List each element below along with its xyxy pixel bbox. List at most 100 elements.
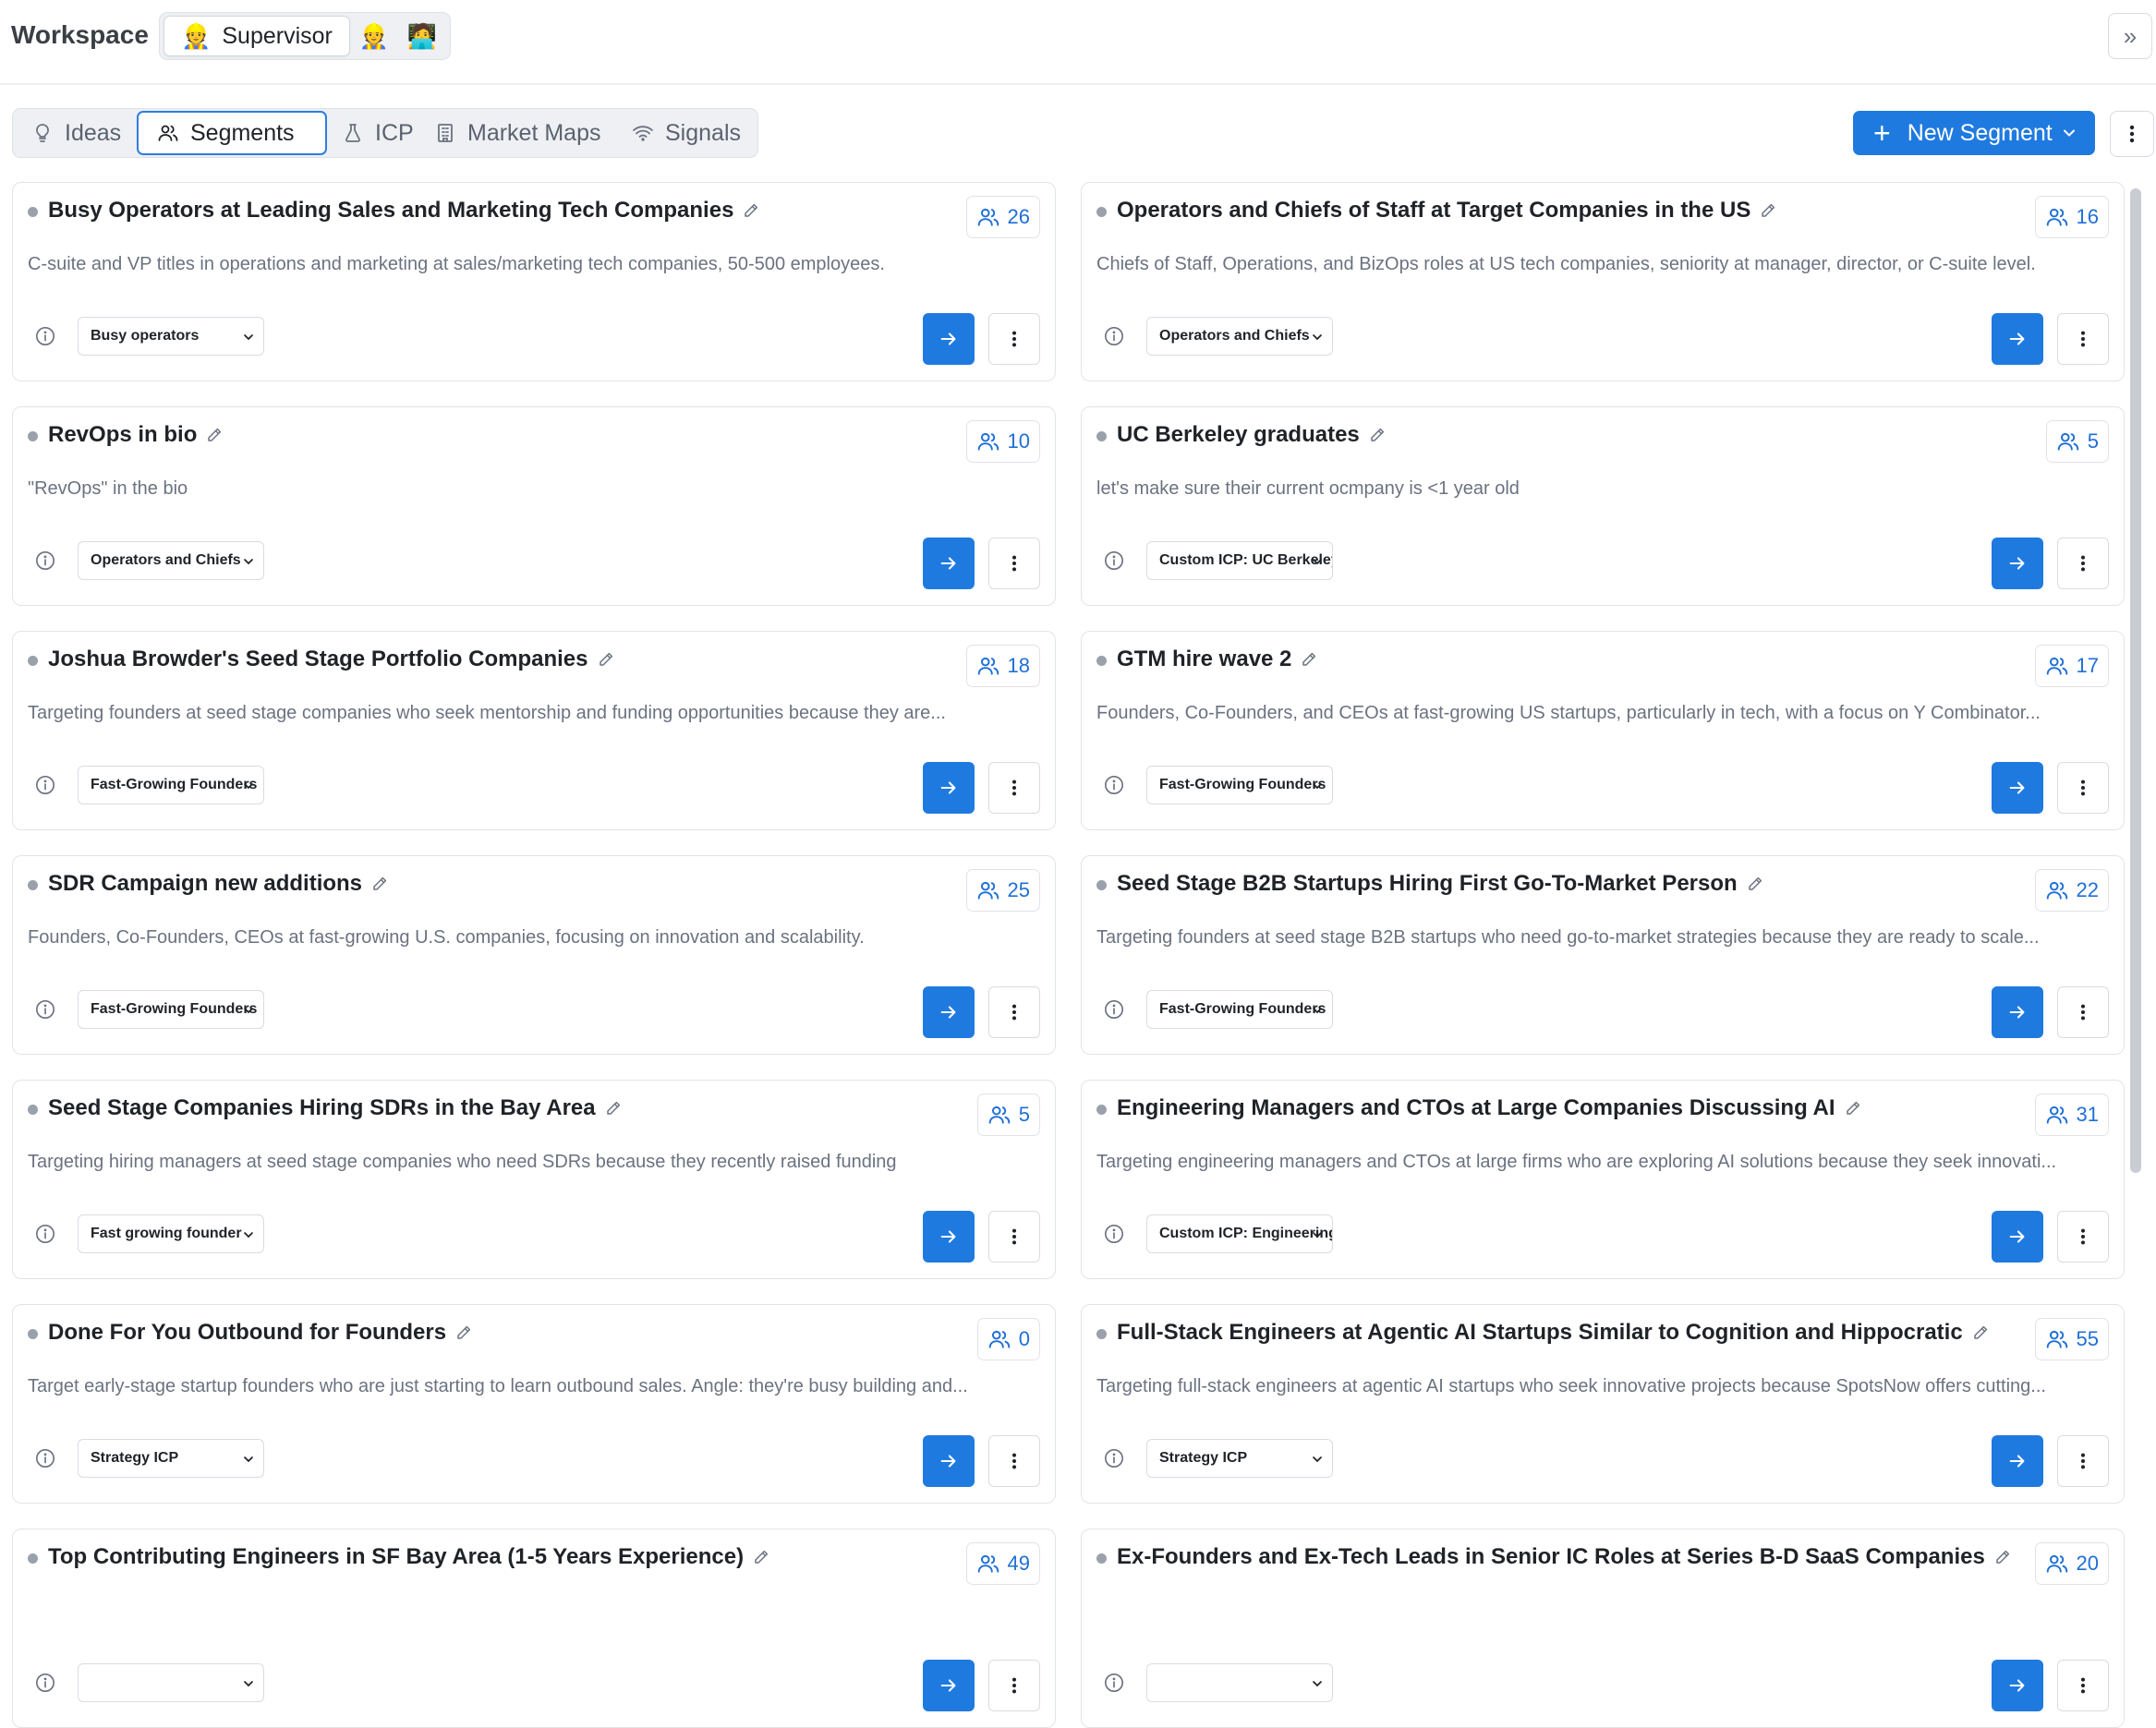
- new-segment-button[interactable]: + New Segment: [1853, 111, 2095, 155]
- edit-pencil-icon[interactable]: [753, 1546, 769, 1572]
- segment-card[interactable]: UC Berkeley graduates 5 let's make sure …: [1081, 406, 2125, 606]
- member-count-badge[interactable]: 49: [965, 1542, 1040, 1585]
- member-count-badge[interactable]: 5: [2045, 420, 2109, 463]
- open-segment-button[interactable]: [923, 762, 975, 814]
- open-segment-button[interactable]: [923, 1435, 975, 1487]
- open-segment-button[interactable]: [1992, 986, 2043, 1038]
- info-icon[interactable]: [35, 326, 55, 346]
- member-count-badge[interactable]: 17: [2034, 645, 2109, 687]
- edit-pencil-icon[interactable]: [1747, 873, 1763, 899]
- card-more-button[interactable]: [2057, 313, 2109, 365]
- segment-card[interactable]: Engineering Managers and CTOs at Large C…: [1081, 1080, 2125, 1279]
- info-icon[interactable]: [1104, 775, 1124, 795]
- edit-pencil-icon[interactable]: [206, 424, 223, 450]
- info-icon[interactable]: [35, 775, 55, 795]
- expand-panel-button[interactable]: »: [2108, 13, 2152, 59]
- open-segment-button[interactable]: [923, 1660, 975, 1711]
- segment-card[interactable]: Done For You Outbound for Founders 0 Tar…: [12, 1304, 1056, 1504]
- card-more-button[interactable]: [988, 313, 1040, 365]
- info-icon[interactable]: [35, 1224, 55, 1244]
- open-segment-button[interactable]: [923, 538, 975, 589]
- open-segment-button[interactable]: [923, 313, 975, 365]
- segment-card[interactable]: Operators and Chiefs of Staff at Target …: [1081, 182, 2125, 381]
- card-more-button[interactable]: [2057, 1435, 2109, 1487]
- icp-select[interactable]: Fast-Growing Founders: [1146, 766, 1333, 804]
- member-count-badge[interactable]: 5: [976, 1094, 1040, 1136]
- role-supervisor-button[interactable]: 👷 Supervisor: [164, 16, 350, 56]
- open-segment-button[interactable]: [1992, 1660, 2043, 1711]
- card-more-button[interactable]: [988, 986, 1040, 1038]
- card-more-button[interactable]: [988, 538, 1040, 589]
- info-icon[interactable]: [1104, 1224, 1124, 1244]
- tab-signals[interactable]: Signals: [632, 113, 741, 153]
- segment-card[interactable]: Busy Operators at Leading Sales and Mark…: [12, 182, 1056, 381]
- info-icon[interactable]: [1104, 1448, 1124, 1468]
- info-icon[interactable]: [1104, 326, 1124, 346]
- edit-pencil-icon[interactable]: [1301, 648, 1317, 674]
- icp-select[interactable]: Custom ICP: Engineering: [1146, 1214, 1333, 1253]
- icp-select[interactable]: Fast-Growing Founders: [78, 766, 264, 804]
- edit-pencil-icon[interactable]: [1369, 424, 1386, 450]
- member-count-badge[interactable]: 10: [965, 420, 1040, 463]
- icp-select[interactable]: Fast-Growing Founders: [78, 990, 264, 1029]
- info-icon[interactable]: [1104, 550, 1124, 571]
- segment-card[interactable]: SDR Campaign new additions 25 Founders, …: [12, 855, 1056, 1055]
- open-segment-button[interactable]: [1992, 1211, 2043, 1263]
- segment-card[interactable]: Seed Stage B2B Startups Hiring First Go-…: [1081, 855, 2125, 1055]
- tab-market-maps[interactable]: Market Maps: [434, 113, 600, 153]
- open-segment-button[interactable]: [923, 986, 975, 1038]
- edit-pencil-icon[interactable]: [1760, 199, 1776, 225]
- card-more-button[interactable]: [2057, 1660, 2109, 1711]
- tab-segments[interactable]: Segments: [137, 111, 327, 155]
- open-segment-button[interactable]: [1992, 538, 2043, 589]
- card-more-button[interactable]: [2057, 538, 2109, 589]
- icp-select[interactable]: Operators and Chiefs: [1146, 317, 1333, 356]
- segment-card[interactable]: Joshua Browder's Seed Stage Portfolio Co…: [12, 631, 1056, 830]
- member-count-badge[interactable]: 22: [2034, 869, 2109, 912]
- open-segment-button[interactable]: [1992, 313, 2043, 365]
- tab-icp[interactable]: ICP: [342, 113, 414, 153]
- info-icon[interactable]: [1104, 1673, 1124, 1693]
- segment-card[interactable]: Seed Stage Companies Hiring SDRs in the …: [12, 1080, 1056, 1279]
- edit-pencil-icon[interactable]: [371, 873, 388, 899]
- card-more-button[interactable]: [988, 1660, 1040, 1711]
- icp-select[interactable]: Fast growing founder: [78, 1214, 264, 1253]
- member-count-badge[interactable]: 55: [2034, 1318, 2109, 1360]
- card-more-button[interactable]: [2057, 1211, 2109, 1263]
- segment-card[interactable]: Top Contributing Engineers in SF Bay Are…: [12, 1529, 1056, 1728]
- edit-pencil-icon[interactable]: [743, 199, 759, 225]
- open-segment-button[interactable]: [1992, 762, 2043, 814]
- member-count-badge[interactable]: 16: [2034, 196, 2109, 238]
- icp-select[interactable]: Fast-Growing Founders: [1146, 990, 1333, 1029]
- card-more-button[interactable]: [988, 1435, 1040, 1487]
- info-icon[interactable]: [35, 1673, 55, 1693]
- edit-pencil-icon[interactable]: [1845, 1097, 1861, 1123]
- card-more-button[interactable]: [988, 762, 1040, 814]
- member-count-badge[interactable]: 18: [965, 645, 1040, 687]
- card-more-button[interactable]: [988, 1211, 1040, 1263]
- open-segment-button[interactable]: [1992, 1435, 2043, 1487]
- edit-pencil-icon[interactable]: [1972, 1322, 1989, 1347]
- role-worker-button[interactable]: 👷: [350, 17, 398, 55]
- segment-card[interactable]: RevOps in bio 10 "RevOps" in the bio Ope…: [12, 406, 1056, 606]
- member-count-badge[interactable]: 0: [976, 1318, 1040, 1360]
- member-count-badge[interactable]: 31: [2034, 1094, 2109, 1136]
- member-count-badge[interactable]: 26: [965, 196, 1040, 238]
- role-technologist-button[interactable]: 🧑‍💻: [398, 17, 446, 55]
- icp-select[interactable]: Strategy ICP: [78, 1439, 264, 1478]
- member-count-badge[interactable]: 25: [965, 869, 1040, 912]
- icp-select[interactable]: [78, 1663, 264, 1702]
- member-count-badge[interactable]: 20: [2034, 1542, 2109, 1585]
- icp-select[interactable]: Operators and Chiefs: [78, 541, 264, 580]
- icp-select[interactable]: [1146, 1663, 1333, 1702]
- edit-pencil-icon[interactable]: [598, 648, 614, 674]
- info-icon[interactable]: [1104, 999, 1124, 1020]
- card-more-button[interactable]: [2057, 986, 2109, 1038]
- edit-pencil-icon[interactable]: [605, 1097, 622, 1123]
- card-more-button[interactable]: [2057, 762, 2109, 814]
- segment-card[interactable]: Ex-Founders and Ex-Tech Leads in Senior …: [1081, 1529, 2125, 1728]
- info-icon[interactable]: [35, 999, 55, 1020]
- edit-pencil-icon[interactable]: [1994, 1546, 2011, 1572]
- tab-ideas[interactable]: Ideas: [31, 113, 121, 153]
- more-options-button[interactable]: [2110, 111, 2154, 157]
